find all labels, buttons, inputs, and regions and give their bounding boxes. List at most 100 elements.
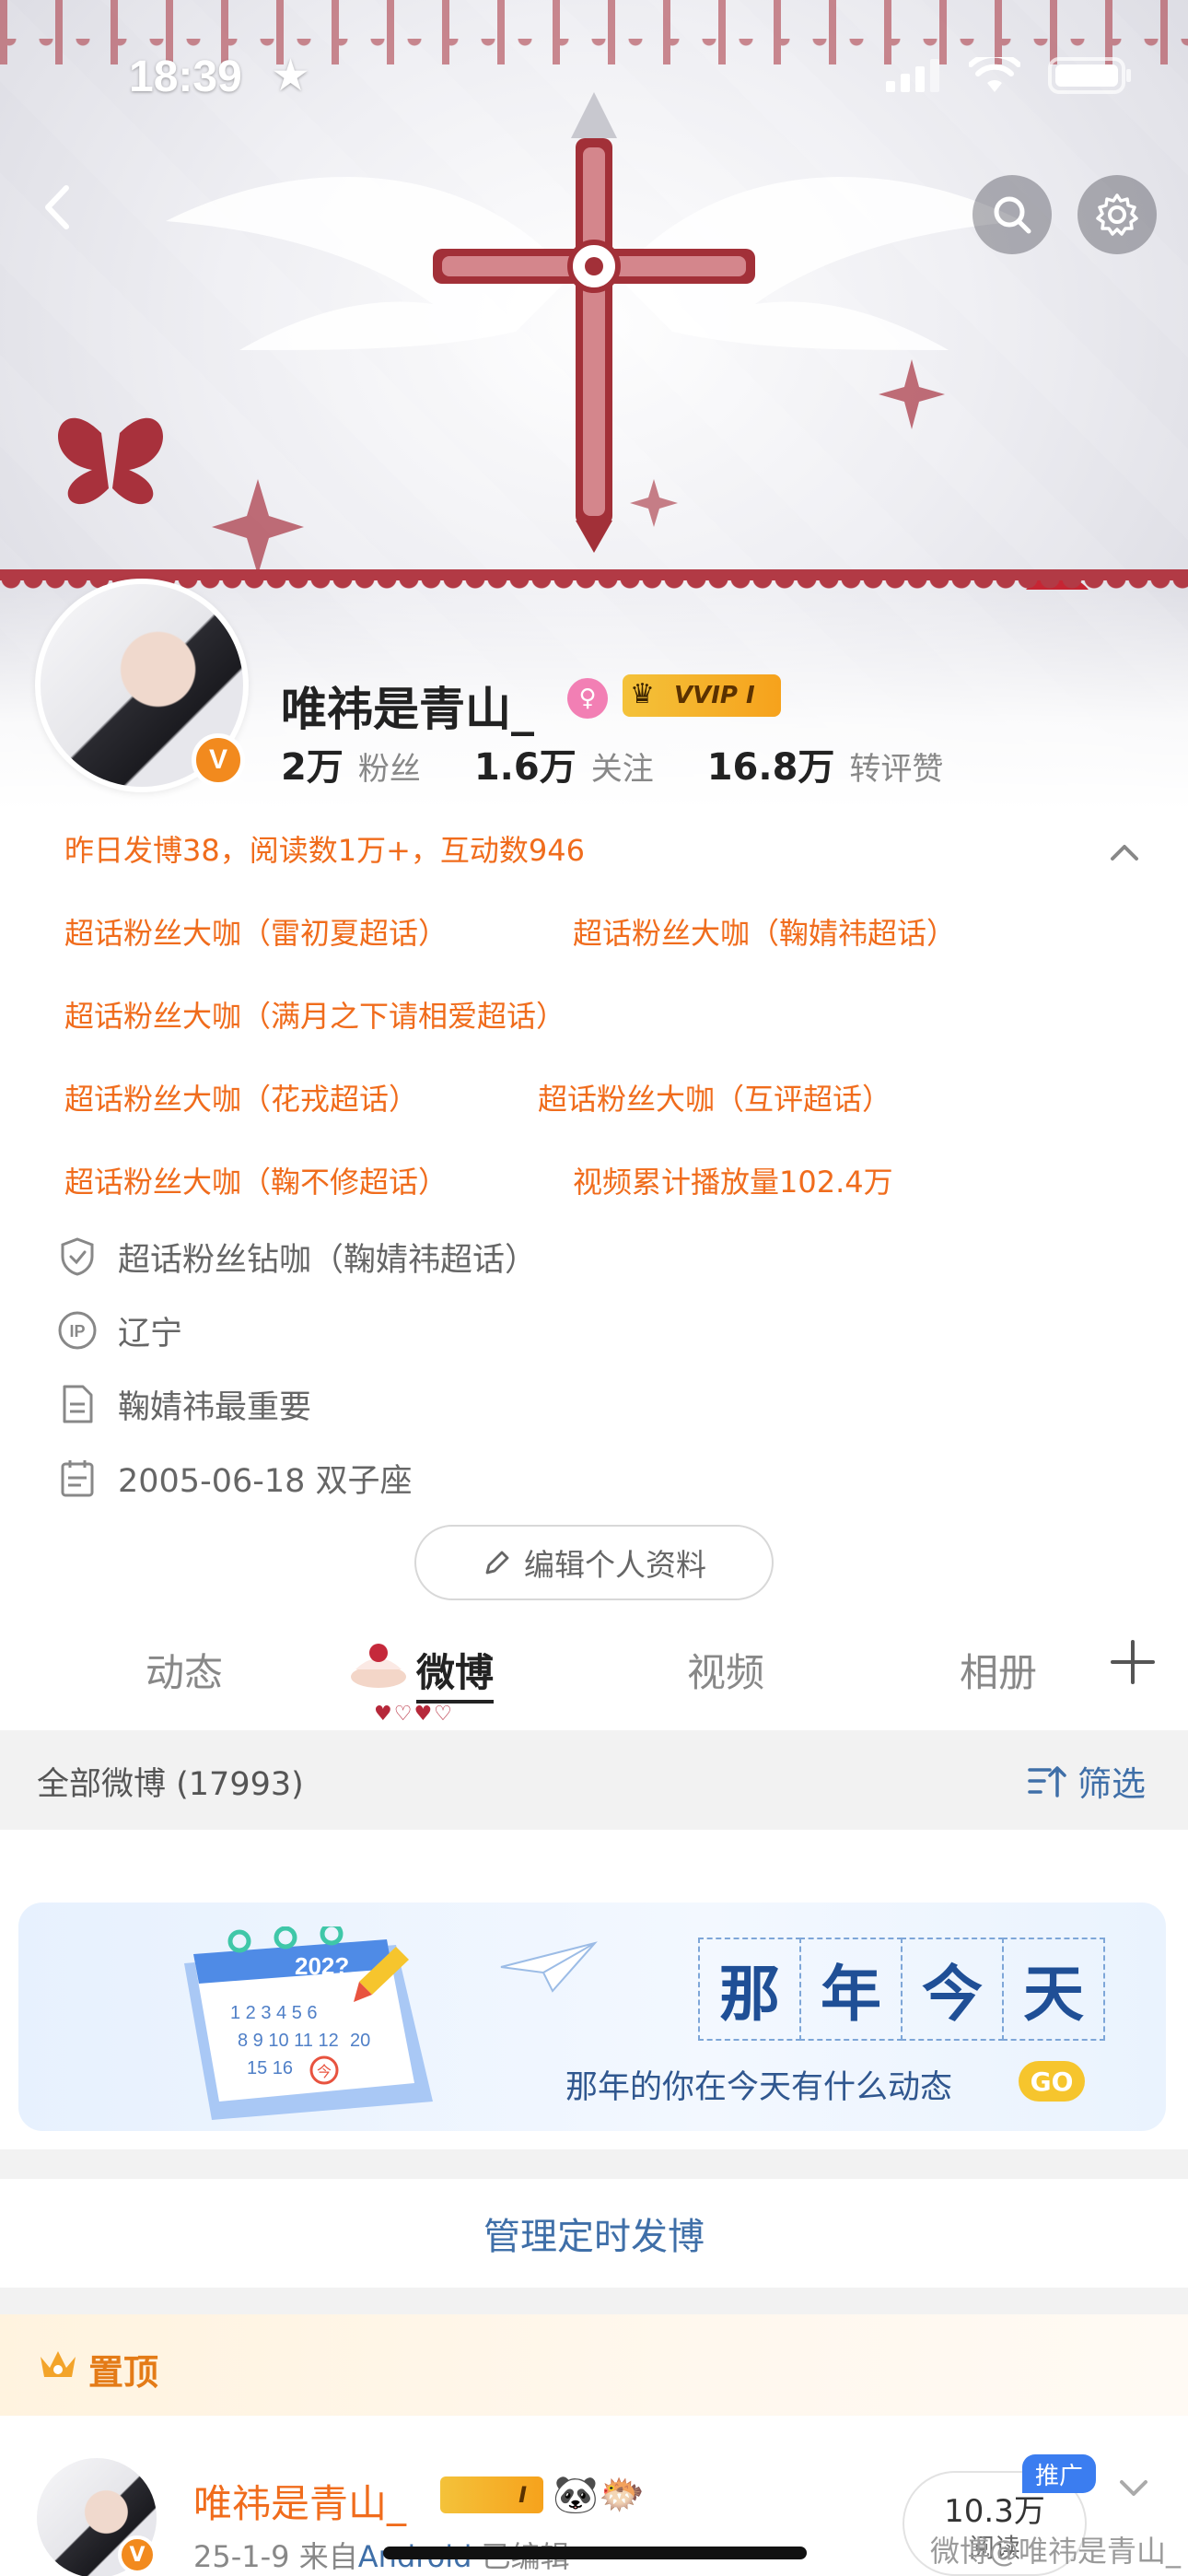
title-badge[interactable]: 超话粉丝大咖（花戎超话）	[64, 1076, 418, 1118]
filter-bar: 全部微博 (17993) 筛选	[0, 1730, 1188, 1830]
tab-album[interactable]: 相册	[960, 1642, 1037, 1698]
stat-value: 1.6万	[473, 746, 577, 789]
cake-icon	[351, 1644, 406, 1688]
tab-video[interactable]: 视频	[687, 1642, 764, 1698]
chevron-up-icon[interactable]	[1101, 829, 1147, 875]
svg-text:1 2 3 4 5 6: 1 2 3 4 5 6	[230, 2003, 318, 2023]
edit-profile-label: 编辑个人资料	[524, 1547, 706, 1583]
memory-title: 那 年 今 天	[698, 1938, 1105, 2041]
info-row-badge[interactable]: 超话粉丝钻咖（鞠婧祎超话）	[55, 1231, 537, 1282]
cellular-signal-icon	[886, 59, 939, 92]
battery-icon	[1048, 57, 1131, 94]
go-button[interactable]: GO	[1019, 2061, 1085, 2102]
info-row-bio: 鞠婧祎最重要	[55, 1378, 311, 1430]
svg-text:20: 20	[350, 2031, 370, 2051]
search-icon	[994, 196, 1031, 234]
info-text: 超话粉丝钻咖（鞠婧祎超话）	[118, 1241, 538, 1279]
profile-username: 唯祎是青山_	[281, 683, 534, 736]
shield-icon	[55, 1235, 99, 1279]
info-row-birthday: 2005-06-18 双子座	[55, 1452, 413, 1504]
gender-female-icon: ♀	[567, 678, 608, 719]
stat-label: 关注	[590, 751, 654, 788]
verified-badge: V	[192, 733, 245, 787]
calendar-icon	[55, 1456, 99, 1500]
info-text: 鞠婧祎最重要	[118, 1388, 312, 1426]
chevron-down-icon[interactable]	[1112, 2467, 1155, 2510]
gear-icon	[1096, 193, 1138, 236]
title-badge[interactable]: 超话粉丝大咖（鞠不修超话）	[64, 1159, 448, 1201]
tab-weibo[interactable]: 微博	[416, 1642, 495, 1704]
section-divider	[0, 2288, 1188, 2314]
memory-title-char: 今	[901, 1938, 1004, 2041]
tab-hearts-decoration: ♥♡♥♡	[374, 1703, 454, 1726]
post-date: 25-1-9	[193, 2539, 290, 2574]
svg-text:15 16: 15 16	[247, 2058, 293, 2078]
title-badge[interactable]: 超话粉丝大咖（互评超话）	[538, 1076, 891, 1118]
calendar-year: 202?	[295, 1952, 349, 1980]
title-badge[interactable]: 视频累计播放量102.4万	[573, 1159, 893, 1201]
back-button[interactable]	[28, 175, 92, 240]
info-text: 2005-06-18 双子座	[118, 1462, 413, 1500]
post-author-name[interactable]: 唯祎是青山_	[193, 2473, 406, 2529]
stat-following[interactable]: 1.6万 关注	[474, 737, 654, 790]
title-badge[interactable]: 超话粉丝大咖（满月之下请相爱超话）	[64, 993, 565, 1036]
tab-dynamics[interactable]: 动态	[146, 1642, 223, 1698]
panda-icon: 🐼	[553, 2474, 599, 2516]
stat-label: 粉丝	[357, 751, 421, 788]
memory-title-char: 那	[698, 1938, 801, 2041]
stat-label: 转评赞	[849, 751, 944, 788]
svg-text:IP: IP	[69, 1322, 85, 1341]
crown-icon	[41, 2351, 76, 2377]
post-count-label: 全部微博 (17993)	[37, 1766, 304, 1803]
search-button[interactable]	[973, 175, 1052, 254]
status-time: 18:39	[129, 53, 242, 101]
pinned-header: 置顶	[0, 2314, 1188, 2416]
status-bar: 18:39 ★	[0, 0, 1188, 157]
pinned-label: 置顶	[88, 2352, 159, 2393]
stat-value: 16.8万	[706, 746, 835, 789]
filter-button[interactable]: 筛选	[1028, 1756, 1146, 1806]
memory-title-char: 天	[1002, 1938, 1105, 2041]
status-star-icon: ★	[271, 50, 311, 101]
plus-icon[interactable]	[1105, 1634, 1160, 1690]
manage-scheduled-posts-button[interactable]: 管理定时发博	[0, 2179, 1188, 2288]
crown-icon: ♛	[630, 678, 655, 710]
paper-plane-icon	[500, 1941, 598, 1993]
status-icons	[886, 57, 1133, 94]
title-badge[interactable]: 超话粉丝大咖（鞠婧祎超话）	[573, 910, 956, 953]
svg-text:8 9 10 11 12: 8 9 10 11 12	[238, 2031, 339, 2051]
settings-button[interactable]	[1077, 175, 1157, 254]
promote-badge[interactable]: 推广	[1022, 2454, 1097, 2493]
info-text: 辽宁	[118, 1315, 183, 1352]
calendar-illustration: 202? 1 2 3 4 5 6 8 9 10 11 12 15 16 今 20	[184, 1926, 433, 2120]
stat-interactions[interactable]: 16.8万 转评赞	[707, 737, 944, 790]
fish-icon: 🐡	[599, 2474, 645, 2516]
calendar-today-char: 今	[317, 2063, 332, 2080]
chevron-left-icon	[45, 185, 69, 229]
document-icon	[55, 1382, 99, 1426]
post-from: 来自	[298, 2539, 358, 2574]
wifi-icon	[969, 57, 1020, 92]
memory-subtitle: 那年的你在今天有什么动态	[565, 2069, 953, 2106]
memory-title-char: 年	[799, 1938, 903, 2041]
filter-icon	[1028, 1766, 1066, 1797]
post-verified-badge: V	[118, 2535, 157, 2574]
section-divider	[0, 2149, 1188, 2179]
pencil-icon	[485, 1551, 509, 1575]
info-row-location: IP 辽宁	[55, 1305, 182, 1356]
on-this-day-banner[interactable]: 202? 1 2 3 4 5 6 8 9 10 11 12 15 16 今 20…	[18, 1903, 1166, 2131]
stat-value: 2万	[281, 746, 344, 789]
post-vip-badge: I	[440, 2476, 543, 2513]
daily-summary[interactable]: 昨日发博38，阅读数1万+，互动数946	[64, 827, 585, 870]
profile-tabs: 动态 微博 ♥♡♥♡ 视频 相册	[0, 1622, 1188, 1726]
edit-profile-button[interactable]: 编辑个人资料	[414, 1525, 774, 1600]
ip-icon: IP	[55, 1308, 99, 1352]
vvip-badge[interactable]: ♛ VVIP I	[623, 674, 781, 717]
title-badge[interactable]: 超话粉丝大咖（雷初夏超话）	[64, 910, 448, 953]
vvip-label: VVIP I	[674, 682, 755, 709]
watermark: 微博@唯祎是青山_	[930, 2534, 1182, 2569]
profile-stats: 2万 粉丝 1.6万 关注 16.8万 转评赞	[281, 737, 996, 790]
stat-followers[interactable]: 2万 粉丝	[281, 737, 421, 790]
filter-label: 筛选	[1077, 1764, 1146, 1804]
home-indicator	[383, 2547, 807, 2559]
